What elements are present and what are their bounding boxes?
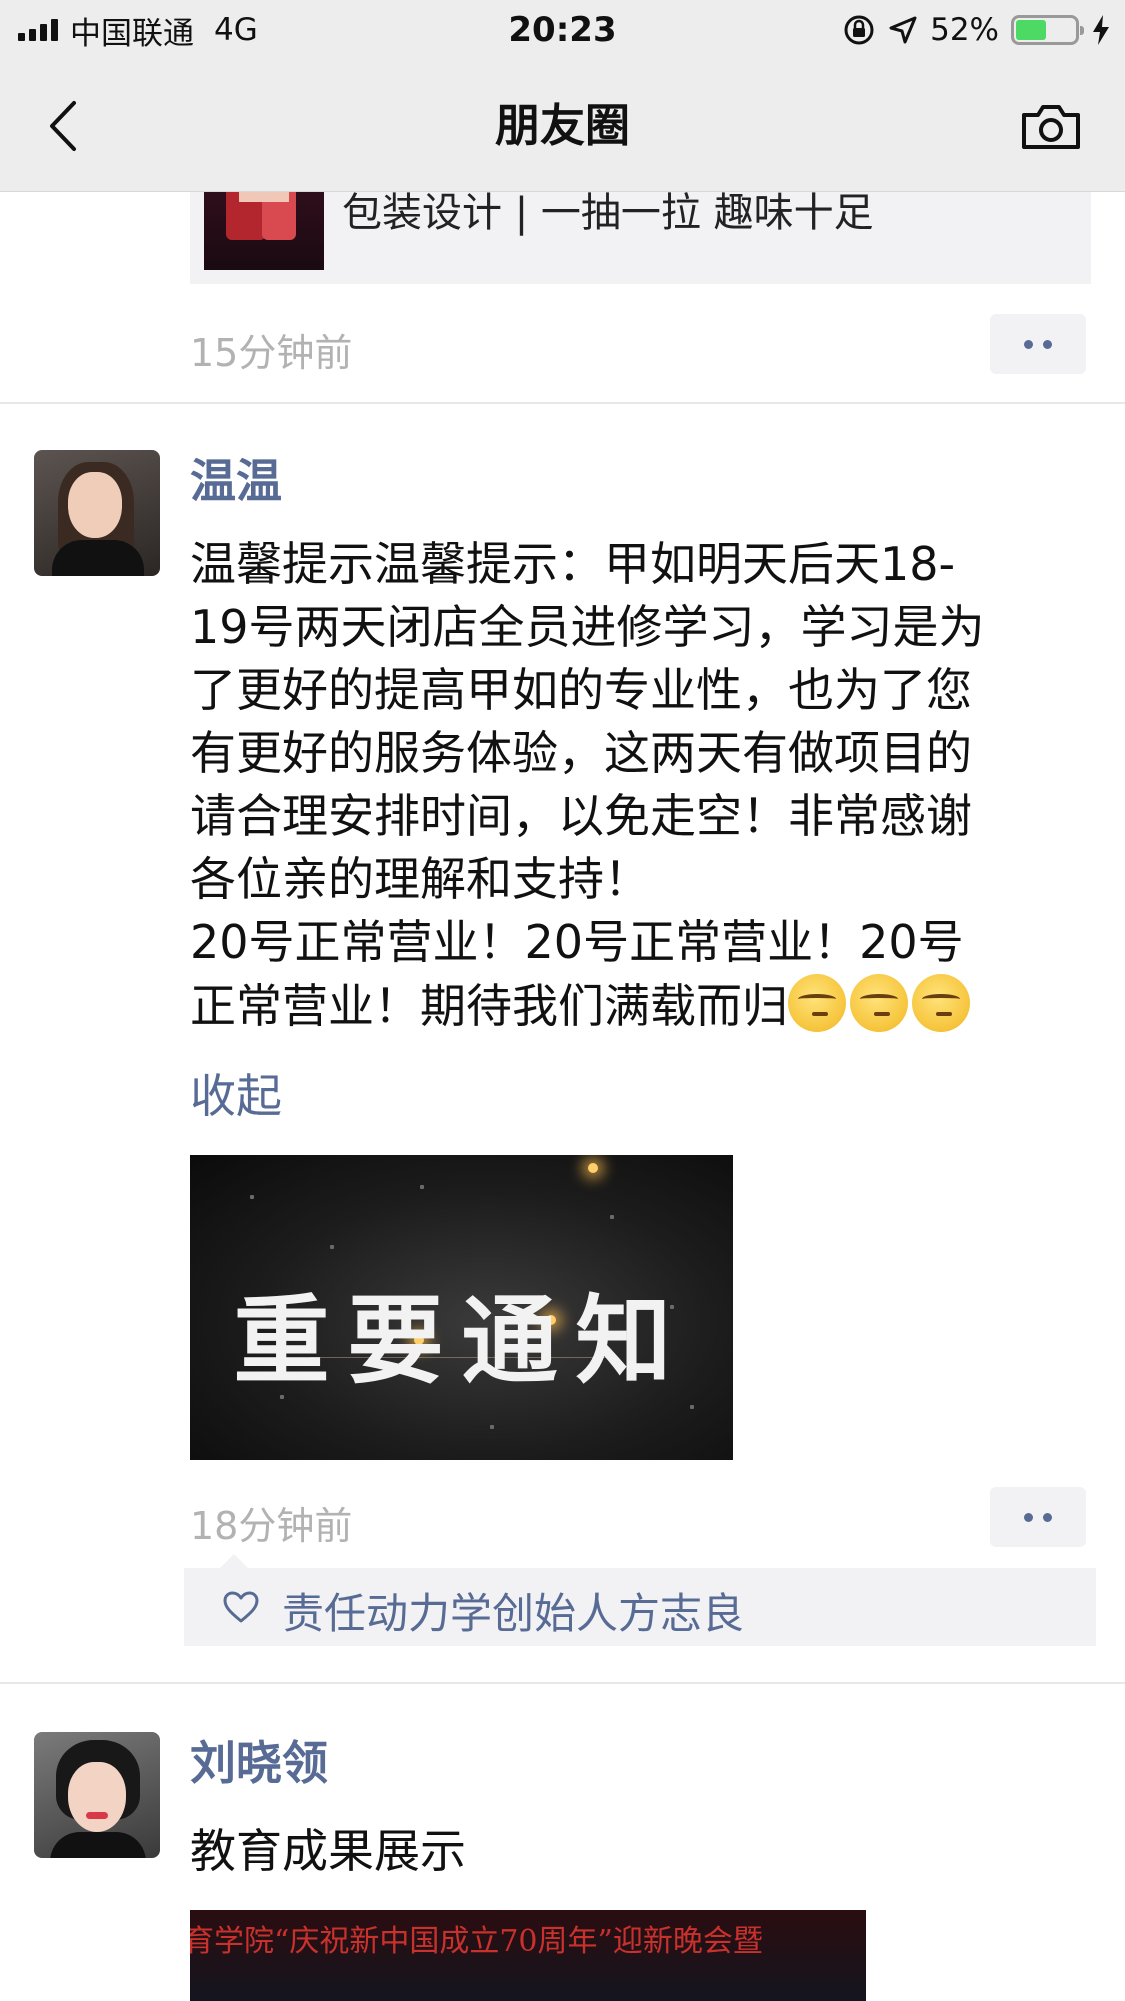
post-text-line: 19号两天闭店全员进修学习，学习是为 <box>190 600 985 654</box>
moments-screen: 包装设计 | 一抽一拉 趣味十足 15分钟前 温温 温馨提示温馨提示：甲如明天后… <box>0 0 1125 2001</box>
collapse-text-link[interactable]: 收起 <box>190 1060 282 1126</box>
location-icon <box>889 16 917 44</box>
post-text-line: 正常营业！期待我们满载而归 <box>190 979 788 1033</box>
post-text-line: 各位亲的理解和支持！ <box>190 852 650 906</box>
post-image[interactable]: 重要通知 <box>190 1155 733 1460</box>
orientation-lock-icon <box>844 15 874 45</box>
post-image-text: 重要通知 <box>233 1285 690 1397</box>
heart-icon <box>223 1591 259 1623</box>
dot-icon <box>1043 1512 1052 1522</box>
dot-icon <box>1024 339 1033 349</box>
post-text-line: 温馨提示温馨提示：甲如明天后天18- <box>190 537 956 591</box>
battery-fill <box>1016 20 1046 40</box>
post-divider <box>0 402 1125 404</box>
avatar[interactable] <box>34 450 160 576</box>
likes-box: 责任动力学创始人方志良 <box>184 1554 1096 1646</box>
camera-icon <box>1022 105 1080 149</box>
avatar[interactable] <box>34 1732 160 1858</box>
video-caption: 育学院“庆祝新中国成立70周年”迎新晚会暨 <box>190 1924 763 1959</box>
more-actions-button[interactable] <box>990 314 1086 374</box>
post-text-last-line: 正常营业！期待我们满载而归 <box>190 974 1085 1038</box>
battery-icon <box>1011 15 1084 45</box>
camera-button[interactable] <box>1019 96 1083 156</box>
nav-bar: 朋友圈 <box>0 62 1125 192</box>
page-title: 朋友圈 <box>494 99 630 152</box>
post-text-line: 20号正常营业！20号正常营业！20号 <box>190 915 964 969</box>
smirk-emoji-icon <box>912 974 970 1032</box>
post-text-line: 有更好的服务体验，这两天有做项目的 <box>190 726 972 780</box>
post-divider <box>0 1682 1125 1684</box>
post-time: 15分钟前 <box>190 331 353 375</box>
battery-percent: 52% <box>930 12 999 48</box>
top-bar: 中国联通 4G 20:23 52% 朋友圈 <box>0 0 1125 192</box>
charging-bolt-icon <box>1093 15 1109 45</box>
post-text-line: 请合理安排时间，以免走空！非常感谢 <box>190 789 972 843</box>
smirk-emoji-icon <box>850 974 908 1032</box>
like-user-name[interactable]: 责任动力学创始人方志良 <box>282 1580 744 1641</box>
post-text-line: 了更好的提高甲如的专业性，也为了您 <box>190 663 972 717</box>
dot-icon <box>1043 339 1052 349</box>
more-actions-button[interactable] <box>990 1487 1086 1547</box>
post-time: 18分钟前 <box>190 1504 353 1548</box>
post-text: 教育成果展示 <box>190 1824 466 1878</box>
post-username[interactable]: 刘晓领 <box>190 1734 328 1792</box>
dot-icon <box>1024 1512 1033 1522</box>
smirk-emoji-icon <box>788 974 846 1032</box>
post-text: 温馨提示温馨提示：甲如明天后天18- 19号两天闭店全员进修学习，学习是为 了更… <box>190 533 1085 1038</box>
post-username[interactable]: 温温 <box>190 452 282 510</box>
video-thumbnail[interactable]: 育学院“庆祝新中国成立70周年”迎新晚会暨 <box>190 1910 866 2001</box>
status-bar: 中国联通 4G 20:23 52% <box>0 0 1125 62</box>
